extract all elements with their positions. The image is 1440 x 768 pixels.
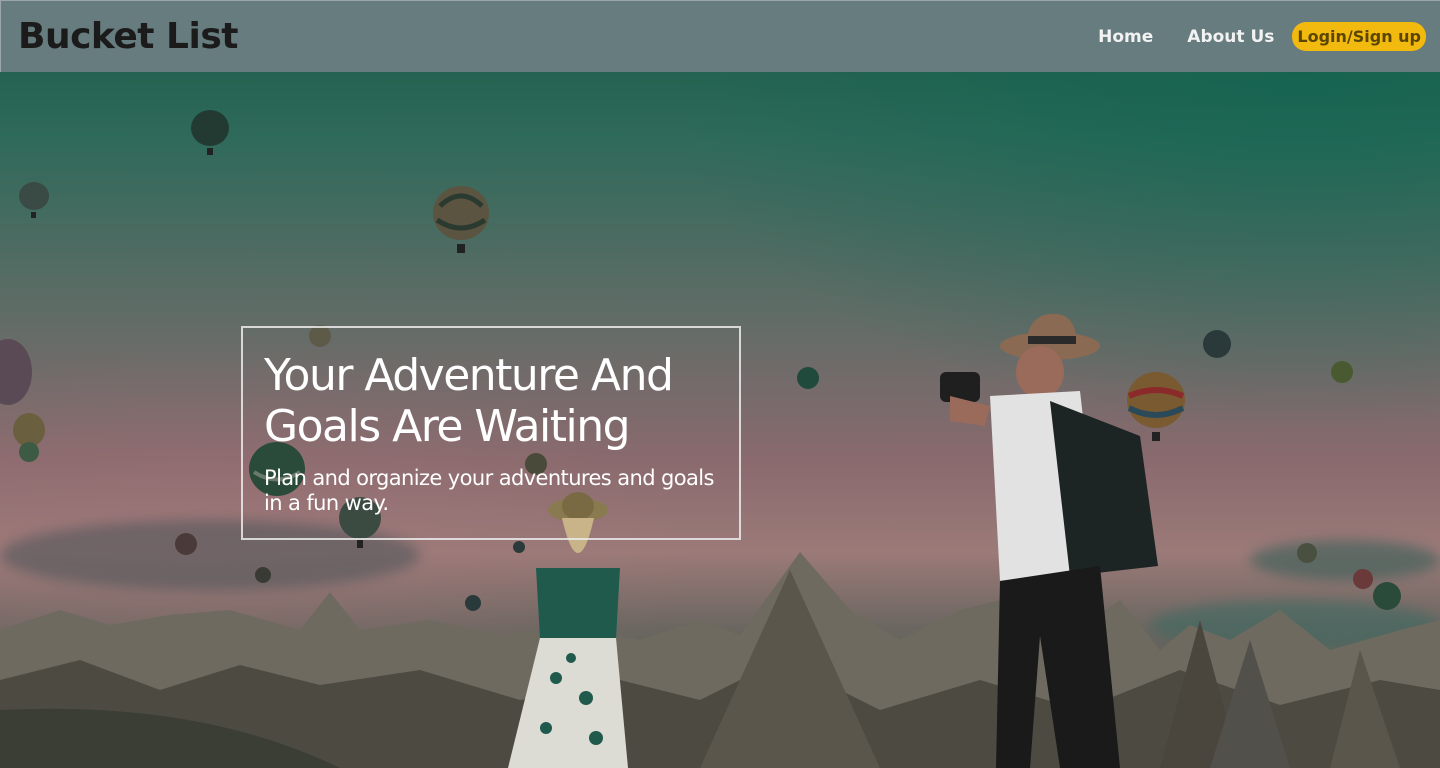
balloon-icon (19, 182, 49, 218)
hero-subtitle: Plan and organize your adventures and go… (264, 466, 714, 515)
login-signup-button[interactable]: Login/Sign up (1292, 22, 1426, 51)
photographer-figure (940, 313, 1158, 768)
nav-link-home[interactable]: Home (1081, 27, 1170, 47)
brand-logo[interactable]: Bucket List (18, 16, 238, 57)
nav-links: Home About Us Login/Sign up (1081, 22, 1426, 51)
balloon-icon (13, 413, 45, 462)
balloon-icon (1331, 361, 1353, 383)
top-navbar: Bucket List Home About Us Login/Sign up (0, 0, 1440, 72)
balloon-icon (797, 367, 819, 389)
balloon-icon (433, 186, 489, 253)
balloon-icon (191, 110, 229, 155)
balloon-icon (0, 339, 32, 405)
hero-title: Your Adventure And Goals Are Waiting (264, 350, 674, 452)
hero-text-box: Your Adventure And Goals Are Waiting Pla… (241, 326, 741, 540)
balloon-icon (1203, 330, 1231, 358)
nav-link-about-us[interactable]: About Us (1170, 27, 1291, 47)
rock-formations (0, 552, 1440, 768)
